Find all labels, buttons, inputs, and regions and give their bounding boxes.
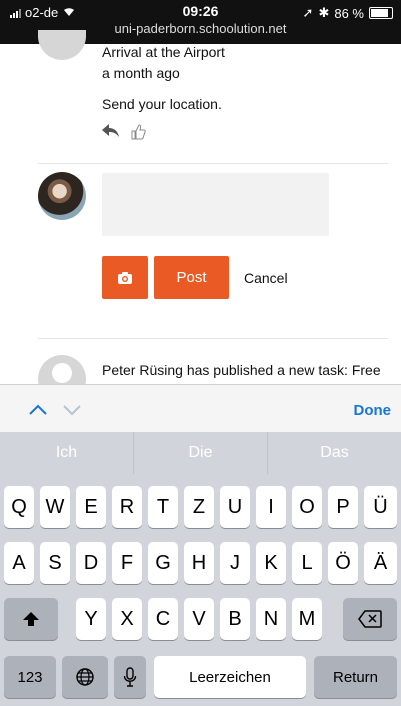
key-n[interactable]: N [256, 598, 286, 640]
feed-item-actions [102, 124, 146, 145]
key-h[interactable]: H [184, 542, 214, 584]
key-u[interactable]: U [220, 486, 250, 528]
cancel-link[interactable]: Cancel [244, 270, 288, 286]
shift-key[interactable] [4, 598, 58, 640]
divider [38, 163, 388, 164]
divider [38, 338, 388, 339]
key-t[interactable]: T [148, 486, 178, 528]
key-e[interactable]: E [76, 486, 106, 528]
key-v[interactable]: V [184, 598, 214, 640]
next-field-icon[interactable] [62, 399, 82, 422]
key-l[interactable]: L [292, 542, 322, 584]
key-a[interactable]: A [4, 542, 34, 584]
location-icon: ➚ [302, 5, 314, 20]
key-k[interactable]: K [256, 542, 286, 584]
key-q[interactable]: Q [4, 486, 34, 528]
key-oe[interactable]: Ö [328, 542, 358, 584]
key-ue[interactable]: Ü [364, 486, 397, 528]
reply-icon[interactable] [102, 124, 120, 145]
bluetooth-icon: ✱ [318, 5, 330, 20]
space-key[interactable]: Leerzeichen [154, 656, 306, 698]
key-d[interactable]: D [76, 542, 106, 584]
key-ae[interactable]: Ä [364, 542, 397, 584]
feed-item-message: Send your location. [102, 96, 222, 112]
backspace-icon [358, 610, 382, 628]
key-g[interactable]: G [148, 542, 178, 584]
key-c[interactable]: C [148, 598, 178, 640]
post-button[interactable]: Post [154, 256, 229, 299]
suggestion-bar: Ich Die Das [0, 432, 401, 474]
suggestion[interactable]: Das [268, 432, 401, 474]
feed-item-title: Arrival at the Airport [102, 44, 225, 60]
suggestion[interactable]: Die [134, 432, 268, 474]
key-r[interactable]: R [112, 486, 142, 528]
battery-percent: 86 % [334, 5, 364, 21]
suggestion[interactable]: Ich [0, 432, 134, 474]
key-x[interactable]: X [112, 598, 142, 640]
camera-button[interactable] [102, 256, 148, 299]
keyboard: Ich Die Das Q W E R T Z U I O P Ü A S D … [0, 432, 401, 706]
previous-field-icon[interactable] [28, 399, 48, 422]
battery-icon [369, 7, 393, 19]
user-avatar [38, 172, 86, 220]
done-button[interactable]: Done [354, 402, 392, 419]
comment-input[interactable] [102, 173, 329, 236]
key-y[interactable]: Y [76, 598, 106, 640]
key-o[interactable]: O [292, 486, 322, 528]
return-key[interactable]: Return [314, 656, 397, 698]
shift-icon [23, 612, 39, 626]
key-b[interactable]: B [220, 598, 250, 640]
next-item-text: Peter Rüsing has published a new task: F… [102, 362, 381, 378]
status-right: ➚ ✱ 86 % [303, 5, 393, 21]
key-m[interactable]: M [292, 598, 322, 640]
backspace-key[interactable] [343, 598, 397, 640]
globe-key[interactable] [62, 656, 108, 698]
camera-icon [118, 271, 132, 284]
like-icon[interactable] [130, 124, 146, 145]
keyboard-toolbar: Done [0, 384, 401, 433]
key-i[interactable]: I [256, 486, 286, 528]
key-s[interactable]: S [40, 542, 70, 584]
numbers-key[interactable]: 123 [4, 656, 56, 698]
key-p[interactable]: P [328, 486, 358, 528]
dictation-key[interactable] [114, 656, 146, 698]
feed-item-time: a month ago [102, 65, 180, 81]
key-w[interactable]: W [40, 486, 70, 528]
key-f[interactable]: F [112, 542, 142, 584]
author-avatar [38, 30, 86, 60]
microphone-icon [123, 667, 137, 687]
key-j[interactable]: J [220, 542, 250, 584]
globe-icon [76, 668, 94, 686]
key-z[interactable]: Z [184, 486, 214, 528]
